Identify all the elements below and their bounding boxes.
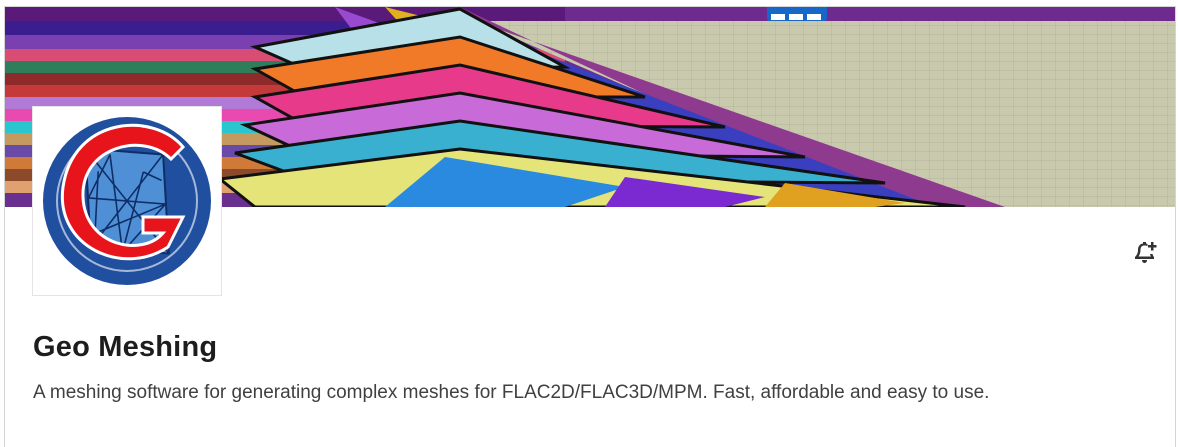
company-profile-card: Geo Meshing A meshing software for gener…: [4, 6, 1176, 447]
geo-meshing-logo-icon: [43, 117, 211, 285]
company-logo[interactable]: [33, 107, 221, 295]
company-tagline: A meshing software for generating comple…: [33, 382, 990, 403]
company-name: Geo Meshing: [33, 331, 218, 363]
bell-plus-icon: [1135, 242, 1157, 263]
top-indicator: [767, 7, 827, 21]
follow-notification-button[interactable]: [1127, 235, 1163, 271]
